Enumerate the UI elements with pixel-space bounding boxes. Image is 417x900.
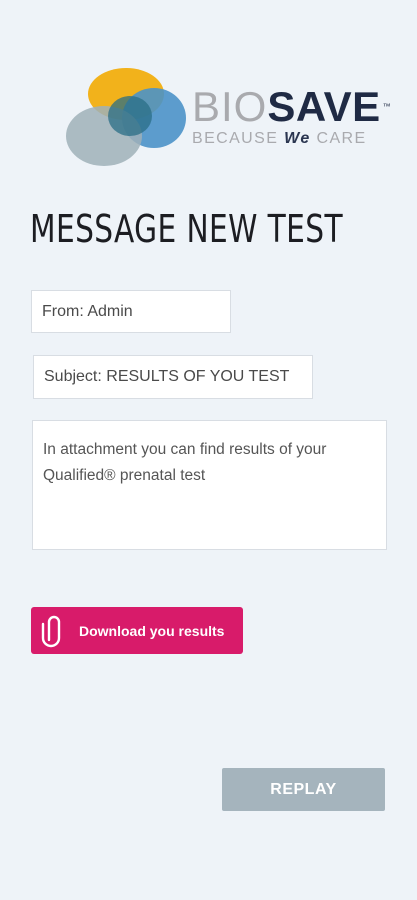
logo-mark-icon (66, 68, 186, 166)
subject-field[interactable]: Subject: RESULTS OF YOU TEST (33, 355, 313, 399)
tagline-we: We (284, 130, 311, 147)
brand-text: BIOSAVE ™ BECAUSE We CARE (192, 86, 391, 148)
page-title: MESSAGE NEW TEST (30, 207, 343, 251)
download-results-button[interactable]: Download you results (31, 607, 243, 654)
download-results-label: Download you results (79, 622, 225, 639)
brand-name-save: SAVE (267, 83, 381, 130)
message-body-field[interactable]: In attachment you can find results of yo… (32, 420, 387, 550)
paperclip-icon (41, 614, 67, 648)
tagline-part2: CARE (310, 130, 367, 147)
trademark-symbol: ™ (382, 102, 392, 111)
brand-name: BIOSAVE ™ (192, 86, 391, 128)
tagline-part1: BECAUSE (192, 130, 285, 147)
brand-logo: BIOSAVE ™ BECAUSE We CARE (64, 66, 391, 174)
brand-tagline: BECAUSE We CARE (192, 130, 391, 148)
from-field[interactable]: From: Admin (31, 290, 231, 333)
replay-button[interactable]: REPLAY (222, 768, 385, 811)
brand-name-bio: BIO (192, 83, 268, 130)
